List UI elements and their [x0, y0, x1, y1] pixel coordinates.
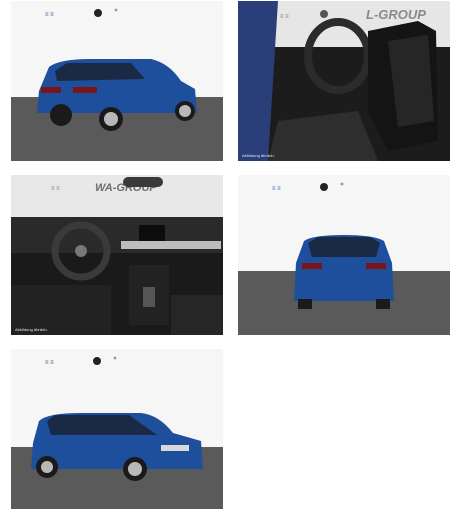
photo-tile-front-three-quarter[interactable]: ≡ ≡	[11, 349, 223, 509]
svg-text:≡ ≡: ≡ ≡	[45, 12, 54, 18]
car-front-seats-image: L-GROUP ≡ ≡	[238, 1, 450, 161]
photo-tile-front-seats[interactable]: L-GROUP ≡ ≡ Abbildung ähnlich.	[238, 1, 450, 161]
car-front-three-quarter-image: ≡ ≡	[11, 349, 223, 509]
svg-text:≡ ≡: ≡ ≡	[45, 360, 54, 366]
car-rear-three-quarter-image: ≡ ≡	[11, 1, 223, 161]
svg-text:≡ ≡: ≡ ≡	[272, 186, 281, 192]
photo-caption: Abbildung ähnlich.	[15, 327, 48, 332]
photo-tile-dashboard[interactable]: ≡ ≡ WA-GROUP Abbildung ähnlich.	[11, 175, 223, 335]
photo-tile-rear-view[interactable]: ≡ ≡	[238, 175, 450, 335]
car-rear-view-image: ≡ ≡	[238, 175, 450, 335]
car-dashboard-image: ≡ ≡ WA-GROUP	[11, 175, 223, 335]
photo-caption: Abbildung ähnlich.	[242, 153, 275, 158]
photo-tile-rear-three-quarter[interactable]: ≡ ≡	[11, 1, 223, 161]
dealer-text: L-GROUP	[366, 7, 426, 22]
svg-text:≡ ≡: ≡ ≡	[280, 14, 289, 20]
svg-text:≡ ≡: ≡ ≡	[51, 186, 60, 192]
